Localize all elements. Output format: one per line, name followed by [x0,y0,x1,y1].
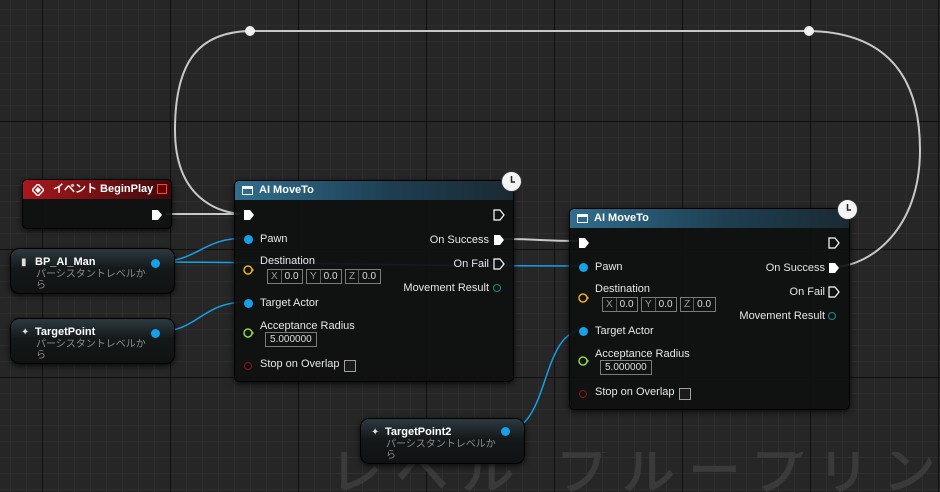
acceptance-radius-pin[interactable] [578,355,590,367]
event-beginplay-node[interactable]: イベント BeginPlay [22,179,172,229]
destination-z[interactable]: 0.0 [694,298,714,311]
variable-node-targetpoint[interactable]: ✦ TargetPoint パーシスタントレベルから [10,318,175,364]
destination-pin[interactable] [243,264,255,276]
acceptance-radius-pin[interactable] [243,327,255,339]
target-actor-pin[interactable] [244,299,253,308]
movement-result-pin[interactable] [828,312,836,320]
destination-x[interactable]: 0.0 [282,270,302,283]
variable-title: BP_AI_Man [35,256,96,268]
node-title: AI MoveTo [259,184,314,196]
object-out-pin[interactable] [151,329,160,338]
movement-result-label: Movement Result [403,282,489,294]
stop-on-overlap-pin[interactable] [579,390,587,398]
stop-on-overlap-pin[interactable] [244,362,252,370]
on-success-pin[interactable] [493,234,505,246]
ai-moveto-node-2[interactable]: AI MoveTo Pawn Destination X 0.0 Y 0.0 Z 0.… [569,199,858,410]
target-actor-label: Target Actor [260,297,319,309]
pawn-pin[interactable] [579,263,588,272]
pawn-label: Pawn [260,233,288,245]
function-icon [242,186,253,195]
pawn-label: Pawn [595,261,623,273]
stop-on-overlap-label: Stop on Overlap [260,358,340,370]
destination-pin[interactable] [578,292,590,304]
stop-on-overlap-label: Stop on Overlap [595,386,675,398]
latent-clock-icon [501,171,522,192]
variable-subtitle: パーシスタントレベルから [386,439,496,461]
destination-x[interactable]: 0.0 [617,298,637,311]
destination-label: Destination [260,255,316,267]
on-fail-label: On Fail [453,258,489,270]
on-fail-pin[interactable] [828,286,840,298]
variable-title: TargetPoint [35,326,96,338]
target-point-icon: ✦ [371,427,380,438]
object-out-pin[interactable] [151,259,160,268]
latent-clock-icon [837,199,858,220]
reroute-knot-right [804,26,814,36]
on-success-label: On Success [429,234,489,246]
pawn-pin[interactable] [244,235,253,244]
variable-subtitle: パーシスタントレベルから [36,339,146,361]
variable-node-bp-ai-man[interactable]: ▮ BP_AI_Man パーシスタントレベルから [10,248,175,294]
acceptance-radius-label: Acceptance Radius [595,348,690,360]
node-title: AI MoveTo [594,212,649,224]
destination-y[interactable]: 0.0 [656,298,676,311]
actor-icon: ▮ [21,257,27,268]
target-point-icon: ✦ [21,327,30,338]
destination-label: Destination [595,283,651,295]
variable-title: TargetPoint2 [385,426,452,438]
movement-result-pin[interactable] [493,284,501,292]
event-diamond-icon [32,184,44,196]
exec-in-pin[interactable] [243,209,255,221]
acceptance-radius-input[interactable]: 5.000000 [265,332,317,347]
exec-out-pin[interactable] [493,209,505,221]
stop-on-overlap-checkbox[interactable] [344,360,356,372]
stop-on-overlap-checkbox[interactable] [679,388,691,400]
exec-in-pin[interactable] [578,237,590,249]
movement-result-label: Movement Result [739,310,825,322]
variable-subtitle: パーシスタントレベルから [36,269,146,291]
target-actor-pin[interactable] [579,327,588,336]
on-fail-label: On Fail [789,286,825,298]
function-icon [577,214,588,223]
on-success-pin[interactable] [828,262,840,274]
acceptance-radius-label: Acceptance Radius [260,320,355,332]
event-title: イベント BeginPlay [53,183,154,195]
object-out-pin[interactable] [501,427,510,436]
reroute-knot-left [245,26,255,36]
acceptance-radius-input[interactable]: 5.000000 [600,360,652,375]
ai-moveto-node-1[interactable]: AI MoveTo Pawn Destination X 0.0 Y 0.0 Z 0.… [234,171,522,382]
destination-y[interactable]: 0.0 [321,270,341,283]
destination-z[interactable]: 0.0 [359,270,379,283]
on-success-label: On Success [765,262,825,274]
target-actor-label: Target Actor [595,325,654,337]
exec-out-pin[interactable] [828,237,840,249]
on-fail-pin[interactable] [493,258,505,270]
variable-node-targetpoint2[interactable]: ✦ TargetPoint2 パーシスタントレベルから [360,418,525,464]
event-delegate-pin[interactable] [157,184,167,194]
exec-out-pin[interactable] [151,209,163,221]
